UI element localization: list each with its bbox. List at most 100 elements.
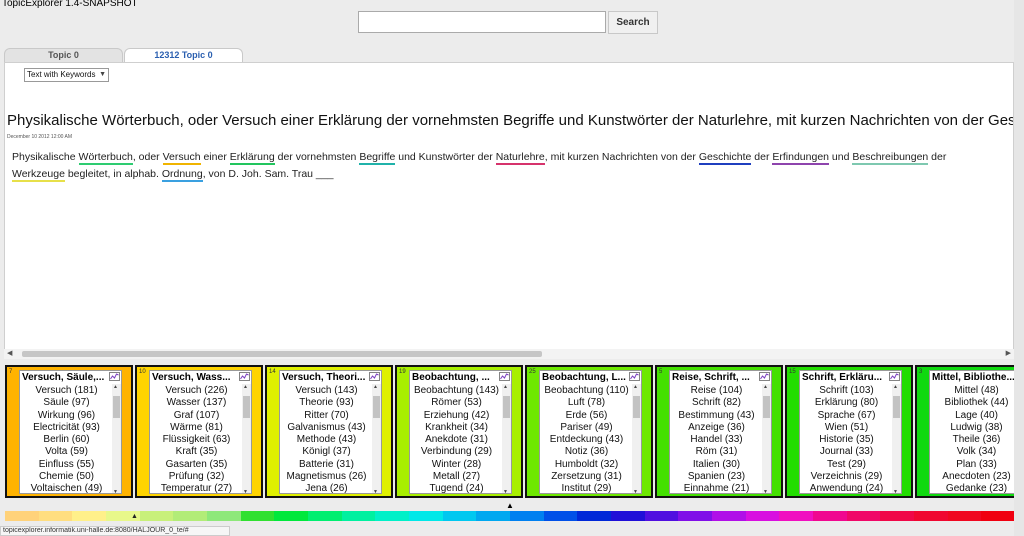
topic-word[interactable]: Temperatur (27) <box>150 483 243 493</box>
topic-word[interactable]: Notiz (36) <box>540 446 633 458</box>
topic-word[interactable]: Ritter (70) <box>280 410 373 422</box>
topic-color-swatch[interactable] <box>308 511 342 521</box>
topic-label[interactable]: Schrift, Erkläru... <box>802 372 887 383</box>
topic-word[interactable]: Reise (104) <box>670 385 763 397</box>
topic-word[interactable]: Metall (27) <box>410 471 503 483</box>
topic-color-swatch[interactable] <box>5 511 39 521</box>
topic-word[interactable]: Humboldt (32) <box>540 459 633 471</box>
topic-word[interactable]: Erklärung (80) <box>800 397 893 409</box>
topic-color-swatch[interactable] <box>712 511 746 521</box>
topic-color-swatch[interactable] <box>779 511 814 521</box>
topic-word[interactable]: Plan (33) <box>930 459 1023 471</box>
topic-word[interactable]: Königl (37) <box>280 446 373 458</box>
topic-word[interactable]: Ludwig (38) <box>930 422 1023 434</box>
topic-color-swatch[interactable] <box>914 511 948 521</box>
keyword[interactable]: Geschichte <box>698 151 752 165</box>
topic-label[interactable]: Versuch, Säule,... <box>22 372 107 383</box>
page-scrollbar[interactable] <box>1014 0 1024 536</box>
topic-box[interactable]: 14 Versuch, Theori... Versuch (143) Theorie… <box>265 365 393 498</box>
topic-color-swatch[interactable] <box>880 511 915 521</box>
topic-word-scrollbar[interactable]: ▲▼ <box>502 384 511 493</box>
scrollbar-thumb[interactable] <box>763 396 770 418</box>
scrollbar-thumb[interactable] <box>893 396 900 418</box>
scroll-up-icon[interactable]: ▲ <box>633 384 638 390</box>
topic-word[interactable]: Pariser (49) <box>540 422 633 434</box>
topic-word[interactable]: Jena (26) <box>280 483 373 493</box>
topic-word[interactable]: Prüfung (32) <box>150 471 243 483</box>
topic-word[interactable]: Gedanke (23) <box>930 483 1023 493</box>
topic-box[interactable]: 19 Beobachtung, ... Beobachtung (143) Römer… <box>395 365 523 498</box>
keyword[interactable]: Erfindungen <box>772 151 830 165</box>
topic-box[interactable]: 25 Beobachtung, L... Beobachtung (110) Luft… <box>525 365 653 498</box>
topic-word-scrollbar[interactable]: ▲▼ <box>112 384 121 493</box>
topic-word[interactable]: Gasarten (35) <box>150 459 243 471</box>
scroll-left-icon[interactable]: ◀ <box>7 349 12 359</box>
topic-color-strip[interactable] <box>5 511 1016 521</box>
topic-color-swatch[interactable] <box>947 511 982 521</box>
scroll-up-icon[interactable]: ▲ <box>243 384 248 390</box>
topic-color-swatch[interactable] <box>341 511 376 521</box>
topic-box[interactable]: 3 Mittel, Bibliothe... Mittel (48) Biblioth… <box>915 365 1024 498</box>
keyword[interactable]: Beschreibungen <box>852 151 929 165</box>
topic-word-scrollbar[interactable]: ▲▼ <box>242 384 251 493</box>
topic-color-swatch[interactable] <box>510 511 544 521</box>
topic-word[interactable]: Volta (59) <box>20 446 113 458</box>
keyword[interactable]: Wörterbuch <box>78 151 133 165</box>
topic-word[interactable]: Versuch (143) <box>280 385 373 397</box>
topic-color-swatch[interactable] <box>577 511 612 521</box>
topic-color-swatch[interactable] <box>38 511 73 521</box>
topic-color-swatch[interactable] <box>644 511 679 521</box>
topic-label[interactable]: Mittel, Bibliothe... <box>932 372 1017 383</box>
topic-color-swatch[interactable] <box>678 511 713 521</box>
topic-word[interactable]: Methode (43) <box>280 434 373 446</box>
topic-box[interactable]: 15 Schrift, Erkläru... Schrift (103) Erklär… <box>785 365 913 498</box>
topic-word[interactable]: Beobachtung (110) <box>540 385 633 397</box>
search-button[interactable]: Search <box>608 11 658 34</box>
topic-color-swatch[interactable] <box>476 511 511 521</box>
topic-word[interactable]: Versuch (181) <box>20 385 113 397</box>
scroll-down-icon[interactable]: ▼ <box>243 489 248 493</box>
topic-word[interactable]: Schrift (103) <box>800 385 893 397</box>
topic-label[interactable]: Reise, Schrift, ... <box>672 372 757 383</box>
scroll-right-icon[interactable]: ▶ <box>1006 349 1011 359</box>
scrollbar-thumb[interactable] <box>503 396 510 418</box>
scrollbar-thumb[interactable] <box>243 396 250 418</box>
topic-word[interactable]: Spanien (23) <box>670 471 763 483</box>
topic-word[interactable]: Sprache (67) <box>800 410 893 422</box>
trend-chart-icon[interactable] <box>889 372 900 381</box>
scroll-down-icon[interactable]: ▼ <box>633 489 638 493</box>
topic-word[interactable]: Lage (40) <box>930 410 1023 422</box>
topic-word[interactable]: Bestimmung (43) <box>670 410 763 422</box>
topic-label[interactable]: Beobachtung, L... <box>542 372 627 383</box>
topic-word[interactable]: Röm (31) <box>670 446 763 458</box>
scrollbar-thumb[interactable] <box>22 351 542 357</box>
scrollbar-thumb[interactable] <box>113 396 120 418</box>
topic-word[interactable]: Verzeichnis (29) <box>800 471 893 483</box>
topic-color-swatch[interactable] <box>72 511 107 521</box>
topic-word[interactable]: Voltaischen (49) <box>20 483 113 493</box>
topic-color-swatch[interactable] <box>813 511 847 521</box>
topic-word-scrollbar[interactable]: ▲▼ <box>372 384 381 493</box>
topic-word[interactable]: Anzeige (36) <box>670 422 763 434</box>
topic-color-swatch[interactable] <box>274 511 309 521</box>
topic-word[interactable]: Schrift (82) <box>670 397 763 409</box>
topic-word[interactable]: Winter (28) <box>410 459 503 471</box>
topic-word[interactable]: Berlin (60) <box>20 434 113 446</box>
topic-color-swatch[interactable] <box>846 511 881 521</box>
topic-word[interactable]: Wirkung (96) <box>20 410 113 422</box>
trend-chart-icon[interactable] <box>759 372 770 381</box>
topic-word[interactable]: Wärme (81) <box>150 422 243 434</box>
topic-word[interactable]: Electricität (93) <box>20 422 113 434</box>
topic-word[interactable]: Entdeckung (43) <box>540 434 633 446</box>
topic-word[interactable]: Krankheit (34) <box>410 422 503 434</box>
trend-chart-icon[interactable] <box>109 372 120 381</box>
topic-word[interactable]: Wasser (137) <box>150 397 243 409</box>
topic-box[interactable]: 7 Versuch, Säule,... Versuch (181) Säule (9… <box>5 365 133 498</box>
topic-word[interactable]: Luft (78) <box>540 397 633 409</box>
topic-word[interactable]: Theorie (93) <box>280 397 373 409</box>
topic-word[interactable]: Volk (34) <box>930 446 1023 458</box>
trend-chart-icon[interactable] <box>499 372 510 381</box>
topic-color-swatch[interactable] <box>745 511 780 521</box>
topic-word[interactable]: Flüssigkeit (63) <box>150 434 243 446</box>
topic-word[interactable]: Säule (97) <box>20 397 113 409</box>
